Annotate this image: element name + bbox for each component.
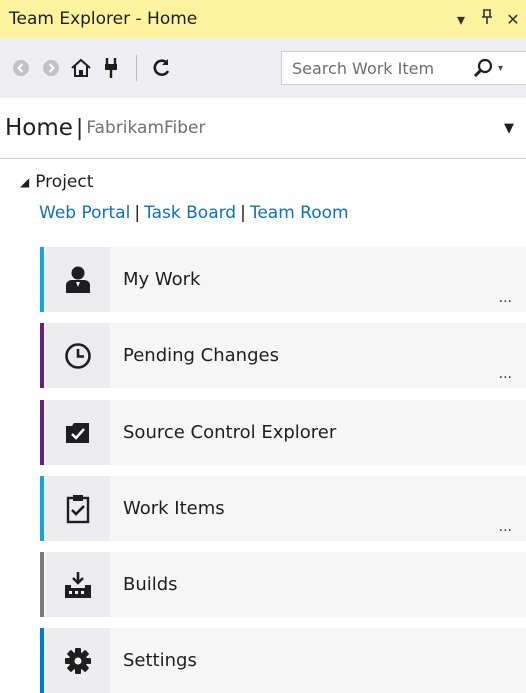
more-options-icon[interactable]: ... (499, 519, 512, 535)
folder-check-icon (46, 400, 110, 465)
tile-work-items[interactable]: Work Items ... (40, 476, 526, 541)
user-icon (46, 247, 110, 312)
project-links: Web Portal | Task Board | Team Room (39, 203, 349, 223)
toolbar-separator (136, 55, 137, 81)
page-title: Home (5, 115, 73, 141)
search-dropdown-icon[interactable]: ▾ (498, 63, 503, 74)
collapse-triangle-icon[interactable]: ◢ (20, 175, 29, 189)
search-input[interactable] (290, 57, 464, 79)
build-icon (46, 552, 110, 617)
tile-settings[interactable]: Settings (40, 628, 526, 693)
window-controls: ▾ ✕ (448, 0, 526, 38)
header-dropdown-icon[interactable]: ▼ (504, 121, 514, 136)
home-icon[interactable] (66, 53, 96, 83)
tile-accent (40, 628, 44, 693)
more-options-icon[interactable]: ... (499, 290, 512, 306)
connect-icon[interactable] (96, 53, 126, 83)
web-portal-link[interactable]: Web Portal (39, 203, 130, 223)
search-box: ▾ (281, 51, 526, 85)
tile-label: Pending Changes (123, 345, 279, 366)
pin-icon[interactable] (474, 9, 500, 29)
tile-accent (40, 476, 44, 541)
tile-pending-changes[interactable]: Pending Changes ... (40, 323, 526, 388)
page-header: Home | FabrikamFiber ▼ (0, 98, 526, 158)
task-board-link[interactable]: Task Board (144, 203, 236, 223)
tile-builds[interactable]: Builds (40, 552, 526, 617)
forward-icon[interactable] (36, 53, 66, 83)
tile-label: Source Control Explorer (123, 422, 337, 443)
tile-my-work[interactable]: My Work ... (40, 247, 526, 312)
window-title: Team Explorer - Home (9, 9, 198, 29)
project-section-header[interactable]: ◢ Project (20, 172, 93, 192)
toolbar: ▾ (0, 38, 526, 98)
close-icon[interactable]: ✕ (500, 10, 526, 29)
tile-accent (40, 247, 44, 312)
tile-accent (40, 400, 44, 465)
title-separator: | (75, 115, 84, 141)
team-room-link[interactable]: Team Room (250, 203, 349, 223)
section-heading: Project (35, 172, 94, 192)
link-separator: | (134, 203, 141, 223)
tile-source-control-explorer[interactable]: Source Control Explorer (40, 400, 526, 465)
clock-icon (46, 323, 110, 388)
link-separator: | (240, 203, 246, 223)
window-dropdown-icon[interactable]: ▾ (448, 10, 474, 29)
project-name: FabrikamFiber (86, 118, 206, 138)
search-icon[interactable] (470, 58, 496, 78)
refresh-icon[interactable] (147, 53, 177, 83)
tile-label: Builds (123, 574, 178, 595)
clipboard-check-icon (46, 476, 110, 541)
header-divider (0, 158, 526, 159)
title-bar: Team Explorer - Home ▾ ✕ (0, 0, 526, 38)
tile-accent (40, 552, 44, 617)
tile-label: Settings (123, 650, 197, 671)
tile-label: Work Items (123, 498, 225, 519)
gear-icon (46, 628, 110, 693)
tile-label: My Work (123, 269, 201, 290)
back-icon[interactable] (6, 53, 36, 83)
tile-accent (40, 323, 44, 388)
more-options-icon[interactable]: ... (499, 366, 512, 382)
